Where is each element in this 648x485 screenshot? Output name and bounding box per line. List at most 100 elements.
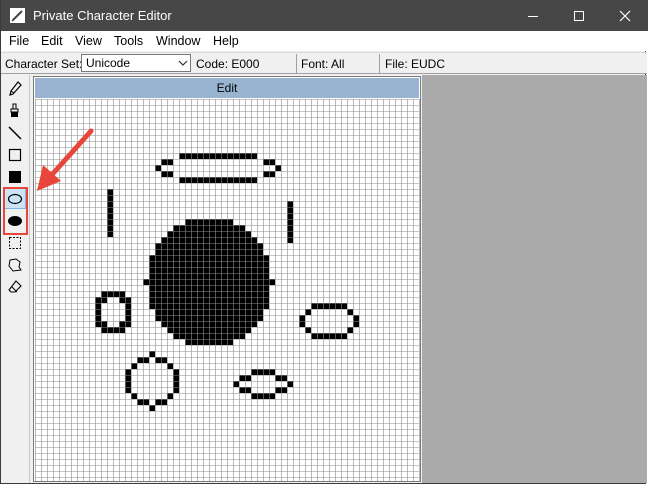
glyph-pixel	[269, 369, 275, 375]
glyph-pixel	[197, 225, 203, 231]
filled-rectangle-tool[interactable]	[4, 166, 26, 187]
glyph-pixel	[215, 261, 221, 267]
glyph-pixel	[317, 333, 323, 339]
glyph-pixel	[185, 321, 191, 327]
glyph-pixel	[125, 369, 131, 375]
glyph-pixel	[107, 291, 113, 297]
glyph-pixel	[191, 177, 197, 183]
glyph-pixel	[239, 231, 245, 237]
glyph-pixel	[251, 285, 257, 291]
glyph-pixel	[179, 285, 185, 291]
glyph-pixel	[185, 279, 191, 285]
menu-window[interactable]: Window	[156, 34, 200, 48]
glyph-pixel	[251, 393, 257, 399]
glyph-pixel	[287, 207, 293, 213]
glyph-pixel	[245, 243, 251, 249]
glyph-pixel	[233, 381, 239, 387]
brush-tool[interactable]	[4, 100, 26, 121]
glyph-pixel	[155, 285, 161, 291]
glyph-pixel	[341, 333, 347, 339]
maximize-button[interactable]	[556, 0, 602, 31]
glyph-pixel	[167, 321, 173, 327]
glyph-pixel	[203, 249, 209, 255]
menu-file[interactable]: File	[9, 34, 29, 48]
glyph-pixel	[179, 153, 185, 159]
glyph-pixel	[149, 267, 155, 273]
glyph-pixel	[227, 273, 233, 279]
glyph-pixel	[155, 357, 161, 363]
glyph-pixel	[149, 303, 155, 309]
glyph-pixel	[251, 297, 257, 303]
tool-highlight-box	[3, 187, 28, 235]
glyph-pixel	[119, 327, 125, 333]
glyph-pixel	[203, 267, 209, 273]
eraser-tool[interactable]	[4, 276, 26, 297]
menu-help[interactable]: Help	[213, 34, 239, 48]
minimize-button[interactable]	[510, 0, 556, 31]
charset-select[interactable]: Unicode	[81, 54, 191, 72]
toolbox	[1, 75, 30, 483]
glyph-pixel	[227, 261, 233, 267]
glyph-pixel	[251, 321, 257, 327]
glyph-pixel	[209, 237, 215, 243]
glyph-pixel	[287, 219, 293, 225]
glyph-pixel	[353, 315, 359, 321]
glyph-pixel	[305, 327, 311, 333]
menu-edit[interactable]: Edit	[41, 34, 63, 48]
glyph-pixel	[203, 303, 209, 309]
glyph-pixel	[275, 165, 281, 171]
glyph-pixel	[197, 303, 203, 309]
close-button[interactable]	[602, 0, 648, 31]
glyph-pixel	[185, 249, 191, 255]
glyph-pixel	[191, 297, 197, 303]
glyph-pixel	[209, 327, 215, 333]
glyph-pixel	[191, 279, 197, 285]
glyph-pixel	[167, 303, 173, 309]
font-label: Font: All	[301, 57, 345, 71]
glyph-pixel	[197, 261, 203, 267]
glyph-pixel	[161, 291, 167, 297]
rectangular-selection-tool[interactable]	[4, 232, 26, 253]
glyph-pixel	[179, 315, 185, 321]
glyph-pixel	[191, 315, 197, 321]
glyph-pixel	[179, 255, 185, 261]
freeform-selection-tool[interactable]	[4, 254, 26, 275]
glyph-pixel	[233, 321, 239, 327]
glyph-pixel	[215, 273, 221, 279]
glyph-pixel	[245, 267, 251, 273]
glyph-pixel	[239, 375, 245, 381]
glyph-pixel	[167, 261, 173, 267]
edit-pane-title: Edit	[35, 78, 419, 98]
glyph-pixel	[203, 285, 209, 291]
straight-line-tool[interactable]	[4, 122, 26, 143]
menu-tools[interactable]: Tools	[114, 34, 143, 48]
hollow-rectangle-tool[interactable]	[4, 144, 26, 165]
brush-icon	[10, 103, 19, 117]
glyph-pixel	[263, 171, 269, 177]
glyph-pixel	[173, 285, 179, 291]
glyph-pixel	[203, 333, 209, 339]
glyph-pixel	[221, 291, 227, 297]
glyph-pixel	[239, 321, 245, 327]
glyph-pixel	[203, 255, 209, 261]
glyph-pixel	[239, 285, 245, 291]
title-bar[interactable]: Private Character Editor	[1, 0, 648, 31]
glyph-pixel	[245, 297, 251, 303]
menu-view[interactable]: View	[75, 34, 102, 48]
glyph-pixel	[233, 225, 239, 231]
glyph-pixel	[185, 333, 191, 339]
glyph-pixel	[131, 393, 137, 399]
glyph-pixel	[287, 213, 293, 219]
line-icon	[8, 125, 22, 140]
glyph-pixel	[191, 267, 197, 273]
glyph-pixel	[179, 309, 185, 315]
pencil-tool[interactable]	[4, 78, 26, 99]
glyph-pixel	[269, 393, 275, 399]
glyph-pixel	[191, 255, 197, 261]
glyph-pixel	[155, 267, 161, 273]
glyph-pixel	[239, 291, 245, 297]
glyph-pixel	[233, 267, 239, 273]
glyph-pixel	[95, 315, 101, 321]
info-divider	[379, 54, 380, 73]
glyph-pixel	[251, 369, 257, 375]
